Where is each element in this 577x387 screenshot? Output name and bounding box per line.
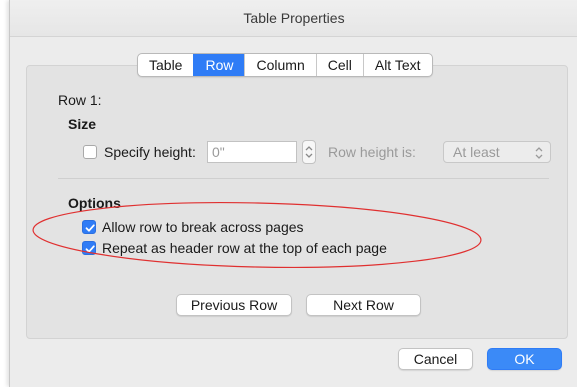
- options-heading: Options: [68, 195, 121, 211]
- next-row-button[interactable]: Next Row: [306, 294, 421, 316]
- allow-break-checkbox[interactable]: [82, 220, 96, 234]
- cancel-button[interactable]: Cancel: [398, 348, 473, 370]
- specify-height-label: Specify height:: [104, 144, 196, 160]
- repeat-header-label: Repeat as header row at the top of each …: [102, 240, 387, 256]
- section-divider: [58, 178, 549, 179]
- checkmark-icon: [85, 245, 95, 253]
- title-bar[interactable]: Table Properties: [10, 0, 577, 37]
- allow-break-label: Allow row to break across pages: [102, 219, 304, 235]
- tab-bar: Table Row Column Cell Alt Text: [137, 53, 433, 77]
- height-input[interactable]: 0": [207, 141, 297, 163]
- previous-row-button[interactable]: Previous Row: [176, 294, 292, 316]
- tab-alt-text[interactable]: Alt Text: [362, 54, 432, 76]
- repeat-header-checkbox[interactable]: [82, 241, 96, 255]
- tab-row[interactable]: Row: [193, 54, 245, 76]
- tab-cell[interactable]: Cell: [315, 54, 363, 76]
- window-title: Table Properties: [243, 10, 345, 26]
- tab-column[interactable]: Column: [244, 54, 315, 76]
- row-height-is-label: Row height is:: [328, 144, 416, 160]
- specify-height-checkbox[interactable]: [83, 145, 97, 159]
- row-height-mode-select[interactable]: At least: [443, 141, 551, 163]
- tab-table[interactable]: Table: [138, 54, 193, 76]
- ok-button[interactable]: OK: [487, 348, 562, 370]
- height-stepper[interactable]: [302, 140, 316, 164]
- row-height-mode-value: At least: [453, 144, 500, 160]
- size-heading: Size: [68, 116, 97, 132]
- stepper-arrows-icon: [305, 146, 313, 158]
- select-arrows-icon: [535, 147, 543, 159]
- checkmark-icon: [85, 224, 95, 232]
- row-number-label: Row 1:: [58, 92, 102, 108]
